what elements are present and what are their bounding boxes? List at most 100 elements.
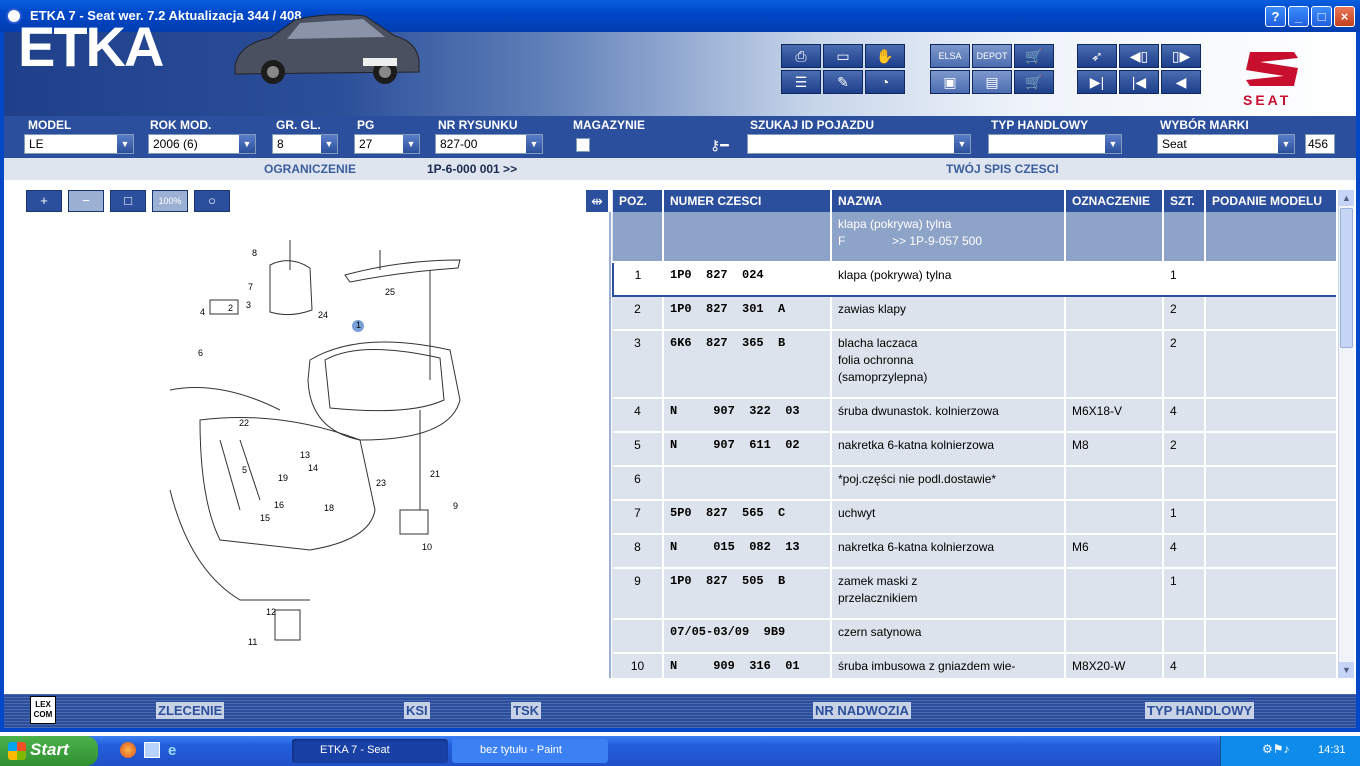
table-row[interactable]: 6 *poj.części nie podl.dostawie*	[613, 466, 1336, 501]
diagram-callout[interactable]: 24	[318, 310, 328, 320]
table-row[interactable]: 1 1P0 827 024 klapa (pokrywa) tylna 1	[612, 261, 1336, 297]
scroll-down-icon[interactable]: ▼	[1339, 662, 1354, 678]
col-header[interactable]: PODANIE MODELU	[1205, 190, 1336, 212]
jump-start-icon[interactable]: |◀	[1119, 70, 1159, 94]
monitor-icon[interactable]: ▭	[823, 44, 863, 68]
chevron-down-icon[interactable]: ▼	[1105, 135, 1121, 153]
minimize-button[interactable]: _	[1288, 6, 1309, 27]
ksi-button[interactable]: KSI	[404, 702, 430, 719]
printer-icon[interactable]: ⎙	[781, 44, 821, 68]
chevron-down-icon[interactable]: ▼	[1278, 135, 1294, 153]
diagram-callout[interactable]: 10	[422, 542, 432, 552]
lexcom-logo[interactable]: LEX COM	[30, 696, 56, 724]
parts-diagram[interactable]: 87 254 2 3241622131419161551823219101211	[160, 240, 480, 660]
diagram-callout[interactable]: 9	[453, 501, 458, 511]
gauge-icon[interactable]: ◔	[865, 70, 905, 94]
diagram-callout[interactable]: 16	[274, 500, 284, 510]
diagram-callout[interactable]: 4	[200, 307, 205, 317]
search-icon[interactable]: ○	[194, 190, 230, 212]
zoom-in-icon[interactable]: +	[26, 190, 62, 212]
col-header[interactable]: SZT.	[1163, 190, 1206, 212]
firefox-icon[interactable]	[120, 742, 136, 758]
diagram-callout[interactable]: 7	[248, 282, 253, 292]
pencil-icon[interactable]: ✎	[823, 70, 863, 94]
col-header[interactable]: OZNACZENIE	[1065, 190, 1164, 212]
trade-type-select[interactable]: ▼	[988, 134, 1122, 154]
diagram-callout[interactable]: 15	[260, 513, 270, 523]
chevron-down-icon[interactable]: ▼	[954, 135, 970, 153]
model-select[interactable]: LE ▼	[24, 134, 134, 154]
zoom-out-icon[interactable]: −	[68, 190, 104, 212]
chevron-down-icon[interactable]: ▼	[526, 135, 542, 153]
task-etka[interactable]: ETKA 7 - Seat	[292, 739, 448, 763]
cart-icon[interactable]: 🛒	[1014, 70, 1054, 94]
task-paint[interactable]: bez tytułu - Paint	[452, 739, 608, 763]
chevron-down-icon[interactable]: ▼	[321, 135, 337, 153]
cart-add-icon[interactable]: 🛒	[1014, 44, 1054, 68]
zoom-fit-icon[interactable]: □	[110, 190, 146, 212]
order-button[interactable]: ZLECENIE	[156, 702, 225, 719]
group-row[interactable]: klapa (pokrywa) tylna F >> 1P-9-057 500	[613, 212, 1336, 263]
diagram-callout[interactable]: 23	[376, 478, 386, 488]
table-row[interactable]: 2 1P0 827 301 Azawias klapy 2	[613, 296, 1336, 331]
chevron-down-icon[interactable]: ▼	[403, 135, 419, 153]
col-header[interactable]: NUMER CZESCI	[663, 190, 832, 212]
car-computer-icon[interactable]: ▤	[972, 70, 1012, 94]
table-row[interactable]: 8N 015 082 13 nakretka 6-katna kolnierzow…	[613, 534, 1336, 569]
tsk-button[interactable]: TSK	[511, 702, 541, 719]
scroll-up-icon[interactable]: ▲	[1339, 190, 1354, 206]
desktop-icon[interactable]	[144, 742, 160, 758]
list-icon[interactable]: ☰	[781, 70, 821, 94]
close-button[interactable]: ×	[1334, 6, 1355, 27]
help-button[interactable]: ?	[1265, 6, 1286, 27]
table-row[interactable]: 07/05-03/09 9B9 czern satynowa	[613, 619, 1336, 654]
diagram-callout[interactable]: 5	[242, 465, 247, 475]
col-header[interactable]: NAZWA	[831, 190, 1066, 212]
table-row[interactable]: 7 5P0 827 565 Cuchwyt 1	[613, 500, 1336, 535]
vin-button[interactable]: NR NADWOZIA	[813, 702, 911, 719]
diagram-callout[interactable]: 6	[198, 348, 203, 358]
zoom-100-icon[interactable]: 100%	[152, 190, 188, 212]
pg-select[interactable]: 27 ▼	[354, 134, 420, 154]
diagram-callout[interactable]: 1	[356, 320, 361, 330]
table-row[interactable]: 5N 907 611 02 nakretka 6-katna kolnierzow…	[613, 432, 1336, 467]
diagram-callout[interactable]: 14	[308, 463, 318, 473]
col-header[interactable]: POZ.	[613, 190, 664, 212]
year-select[interactable]: 2006 (6) ▼	[148, 134, 256, 154]
table-scrollbar[interactable]: ▲ ▼	[1338, 190, 1354, 678]
table-row[interactable]: 9 1P0 827 505 Bzamek maski z przelaczniki…	[613, 568, 1336, 620]
handshake-icon[interactable]: ✋	[865, 44, 905, 68]
diagram-callout[interactable]: 25	[385, 287, 395, 297]
table-row[interactable]: 10 N 909 316 01 śruba imbusowa z gniazdem …	[613, 653, 1336, 678]
page-back-icon[interactable]: ◀▯	[1119, 44, 1159, 68]
diagram-callout[interactable]: 12	[266, 607, 276, 617]
group-select[interactable]: 8 ▼	[272, 134, 338, 154]
scroll-thumb[interactable]	[1340, 208, 1353, 348]
table-row[interactable]: 3 6K6 827 365 Bblacha laczaca folia ochro…	[613, 330, 1336, 399]
drawing-select[interactable]: 827-00 ▼	[435, 134, 543, 154]
back-icon[interactable]: ◀	[1161, 70, 1201, 94]
diagram-callout[interactable]: 19	[278, 473, 288, 483]
brand-select[interactable]: Seat ▼	[1157, 134, 1295, 154]
chevron-down-icon[interactable]: ▼	[117, 135, 133, 153]
diagram-callout[interactable]: 11	[248, 637, 257, 647]
trade-type-button[interactable]: TYP HANDLOWY	[1145, 702, 1255, 719]
pin-icon[interactable]: ➶	[1077, 44, 1117, 68]
maximize-button[interactable]: □	[1311, 6, 1332, 27]
ie-icon[interactable]: e	[168, 742, 176, 759]
restriction-code[interactable]: 1P-6-000 001 >>	[427, 162, 517, 176]
diagram-callout[interactable]: 21	[430, 469, 440, 479]
computer-icon[interactable]: ▣	[930, 70, 970, 94]
elsa-icon[interactable]: ELSA	[930, 44, 970, 68]
depot-icon[interactable]: DEPOT	[972, 44, 1012, 68]
diagram-callout[interactable]: 2	[228, 303, 233, 313]
diagram-callout[interactable]: 8	[252, 248, 257, 258]
panel-divider[interactable]	[609, 212, 611, 678]
vehicle-id-select[interactable]: ▼	[747, 134, 971, 154]
diagram-callout[interactable]: 22	[239, 418, 249, 428]
storage-checkbox[interactable]	[576, 138, 590, 152]
jump-end-icon[interactable]: ▶|	[1077, 70, 1117, 94]
diagram-callout[interactable]: 3	[246, 300, 251, 310]
diagram-callout[interactable]: 13	[300, 450, 310, 460]
diagram-callout[interactable]: 18	[324, 503, 334, 513]
